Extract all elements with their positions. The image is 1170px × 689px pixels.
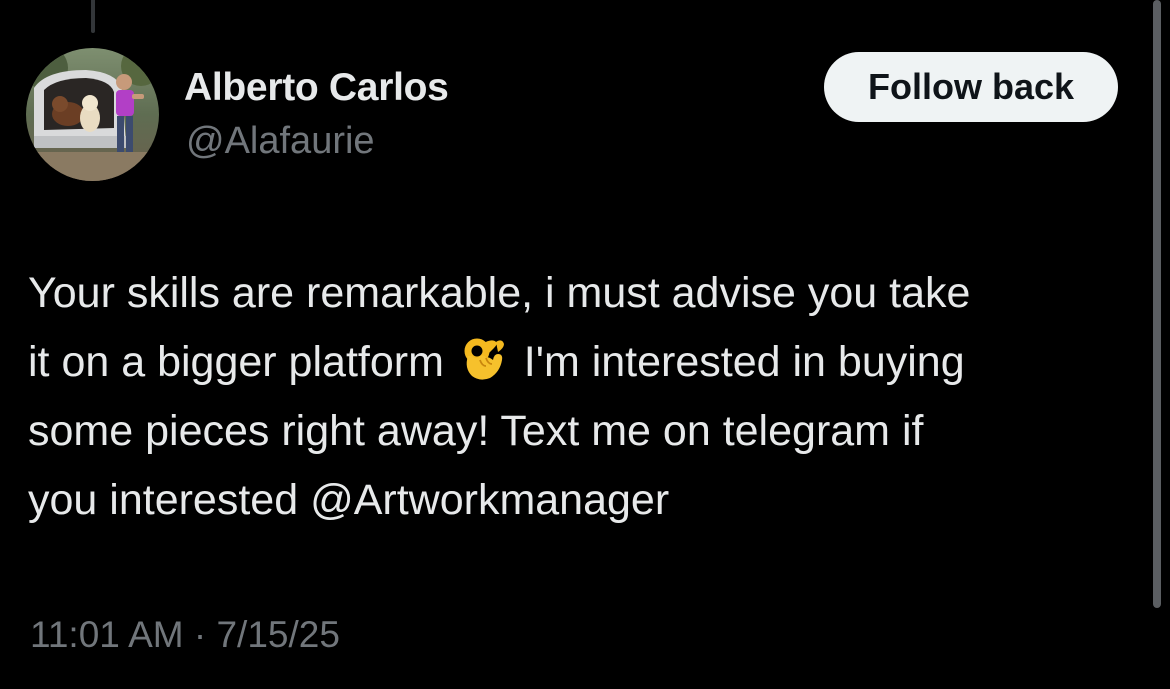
tweet-line: Your skills are remarkable, i must advis… <box>28 269 971 317</box>
tweet-text-segment: I'm interested in buying <box>523 338 965 386</box>
author-handle[interactable]: @Alafaurie <box>186 120 375 163</box>
ok-hand-emoji-icon <box>458 334 508 384</box>
tweet-line: some pieces right away! Text me on teleg… <box>28 407 924 455</box>
avatar[interactable] <box>26 48 159 181</box>
tweet-text: Your skills are remarkable, i must advis… <box>28 259 1153 535</box>
author-display-name[interactable]: Alberto Carlos <box>184 66 449 110</box>
profile-photo-icon <box>26 48 159 181</box>
scrollbar[interactable] <box>1153 0 1161 608</box>
thread-connector-line <box>91 0 95 33</box>
meta-separator: · <box>183 614 217 655</box>
tweet-line: it on a bigger platform I'm interested i… <box>28 328 1153 397</box>
follow-back-button[interactable]: Follow back <box>824 52 1118 122</box>
tweet-date: 7/15/25 <box>216 614 340 655</box>
tweet-text-segment: you interested <box>28 476 311 524</box>
tweet-time: 11:01 AM <box>30 614 184 655</box>
mention-link[interactable]: @Artworkmanager <box>310 476 669 524</box>
tweet-text-segment: it on a bigger platform <box>28 338 444 386</box>
tweet-line: you interested @Artworkmanager <box>28 466 1153 535</box>
tweet-timestamp[interactable]: 11:01 AM · 7/15/25 <box>30 614 340 656</box>
